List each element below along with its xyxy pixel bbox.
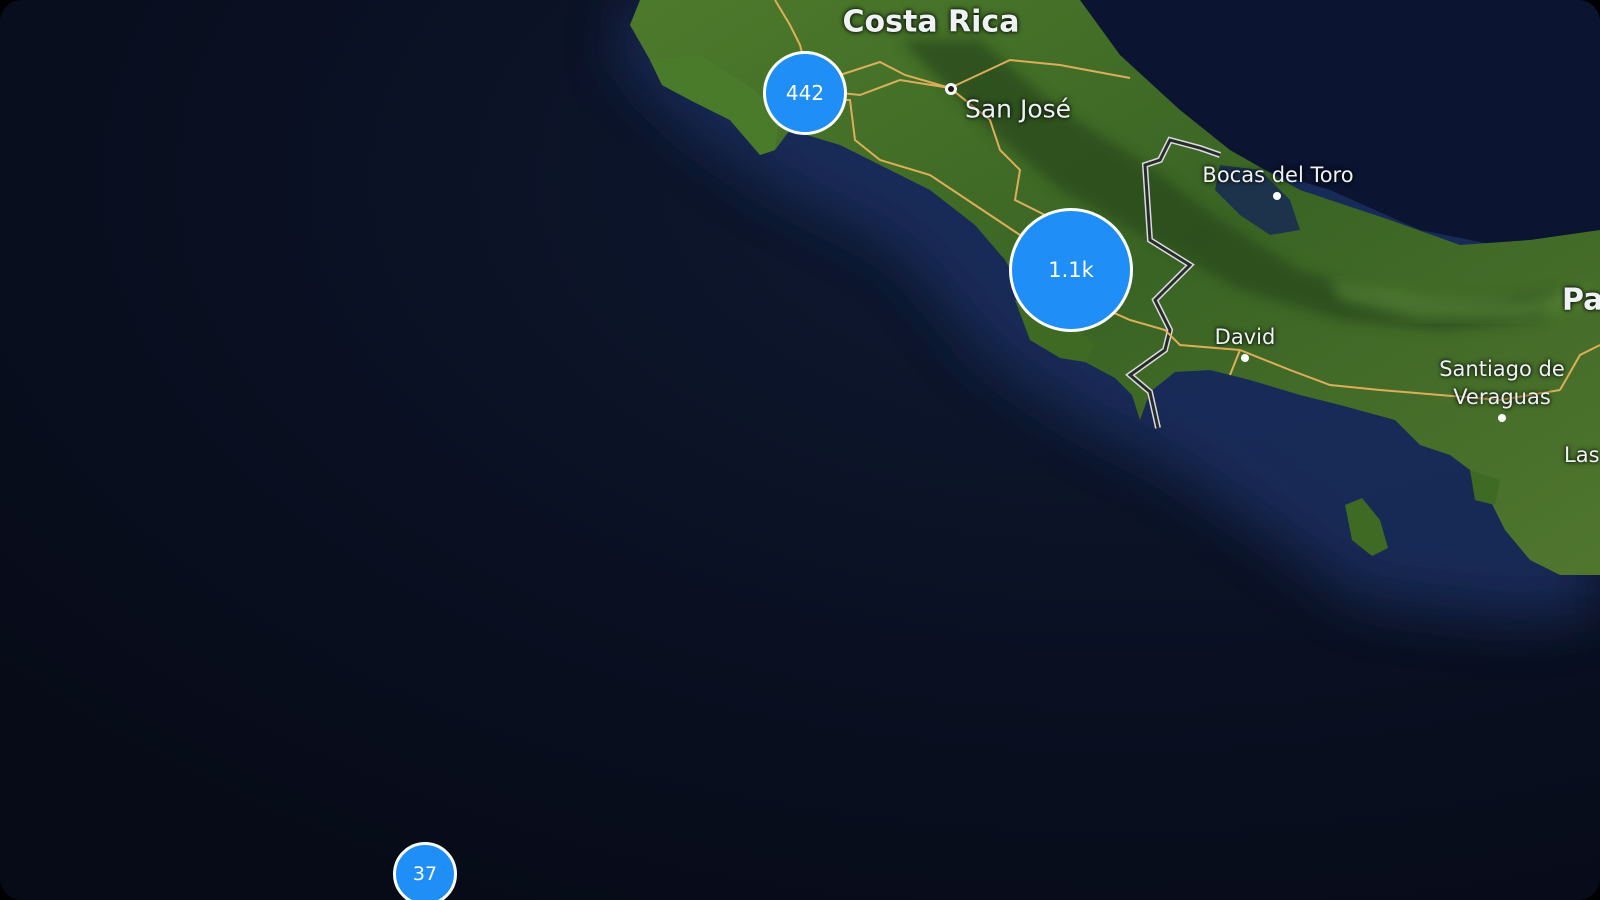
label-bocas-del-toro: Bocas del Toro <box>1202 163 1354 187</box>
label-david: David <box>1214 325 1276 349</box>
map-basemap <box>0 0 1600 900</box>
cluster-marker-37[interactable]: 37 <box>393 842 457 900</box>
santiago-marker <box>1498 414 1506 422</box>
bocas-marker <box>1273 192 1281 200</box>
label-las-partial: Las <box>1564 443 1600 467</box>
label-santiago-line1: Santiago de <box>1439 357 1565 381</box>
label-costa-rica: Costa Rica <box>842 4 1020 40</box>
cluster-marker-442[interactable]: 442 <box>763 51 847 135</box>
cluster-marker-1-1k[interactable]: 1.1k <box>1009 208 1133 332</box>
map-canvas[interactable]: Costa Rica San José Bocas del Toro David… <box>0 0 1600 900</box>
label-panama-partial: Pa <box>1562 282 1600 318</box>
label-san-jose: San José <box>964 94 1072 124</box>
david-marker <box>1241 354 1249 362</box>
label-santiago-line2: Veraguas <box>1453 385 1551 409</box>
